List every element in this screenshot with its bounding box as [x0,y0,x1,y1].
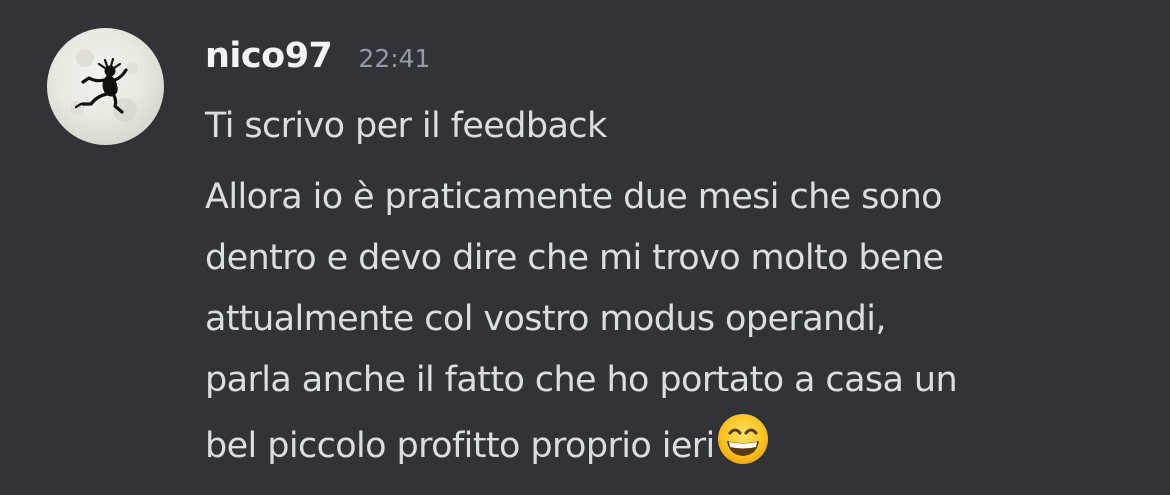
message-text: Ti scrivo per il feedback [205,106,607,146]
message-text-line: bel piccolo profitto proprio ieri [205,426,715,466]
message-header: nico97 22:41 [205,36,430,88]
chat-message: nico97 22:41 Ti scrivo per il feedback A… [0,0,1170,495]
message-text-line: Allora io è praticamente due mesi che so… [205,177,943,217]
message-text-line: attualmente col vostro modus operandi, [205,299,887,339]
message-text-line-last: bel piccolo profitto proprio ieri [205,411,1135,472]
message-text-line: dentro e devo dire che mi trovo molto be… [205,238,944,278]
user-avatar[interactable] [47,28,164,145]
username[interactable]: nico97 [205,36,333,76]
user-avatar-icon [70,49,138,122]
message-content: Ti scrivo per il feedback [205,97,607,155]
message-content: Allora io è praticamente due mesi che so… [205,167,1135,472]
timestamp[interactable]: 22:41 [358,44,430,73]
message-text-line: parla anche il fatto che ho portato a ca… [205,360,958,400]
grinning-face-with-smiling-eyes-emoji[interactable] [715,411,771,467]
